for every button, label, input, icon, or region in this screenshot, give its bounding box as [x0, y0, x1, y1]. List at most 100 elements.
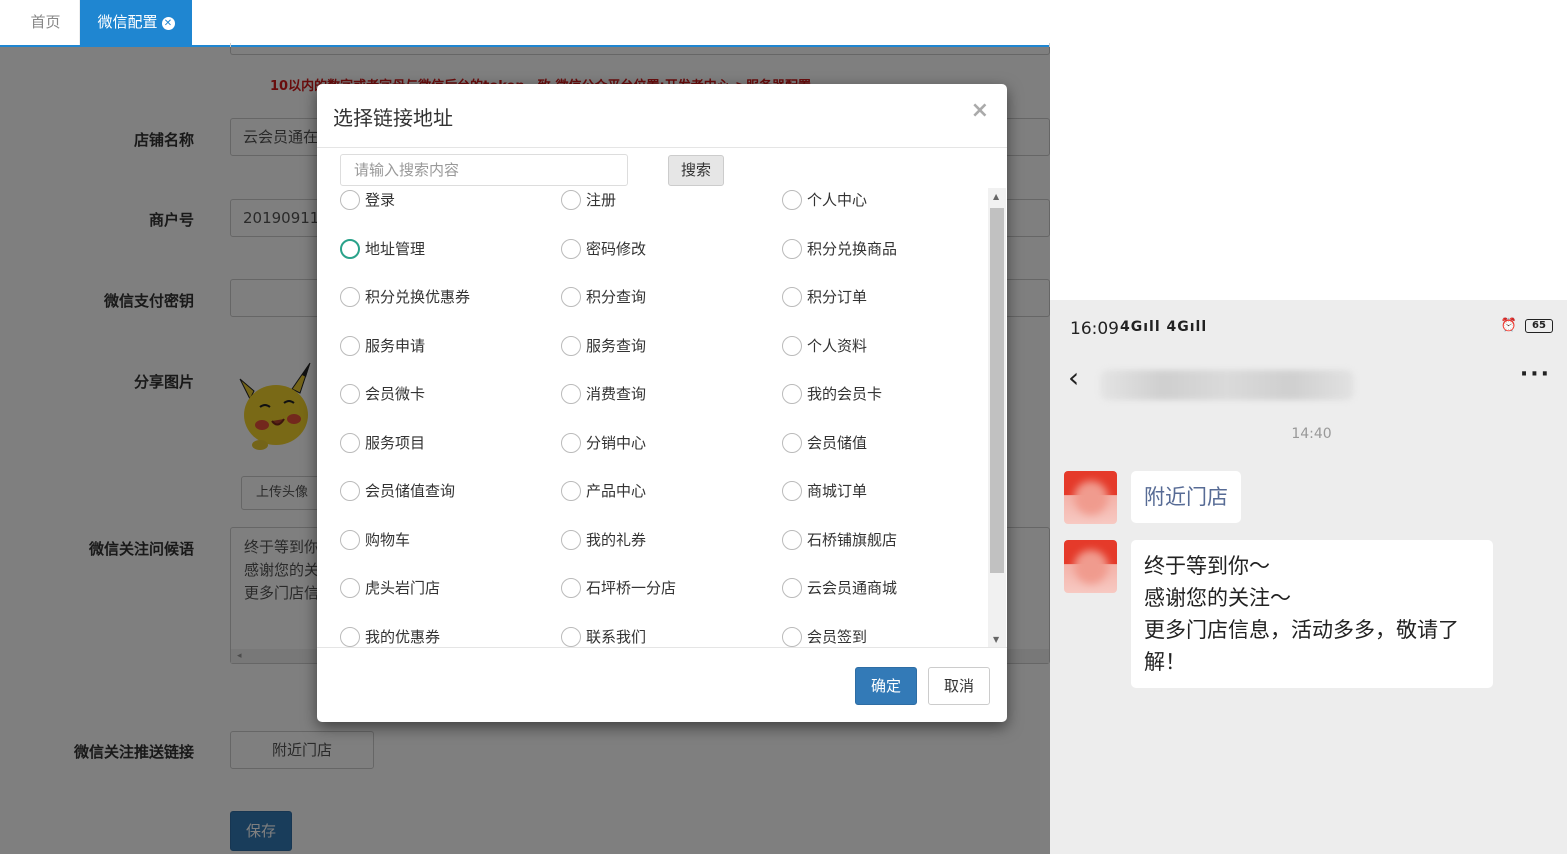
link-option[interactable]: 密码修改	[561, 236, 646, 262]
tab-wechat-config[interactable]: 微信配置 ✕	[80, 0, 192, 45]
link-option-label: 云会员通商城	[807, 579, 898, 597]
message-bubble-text: 终于等到你～ 感谢您的关注～ 更多门店信息，活动多多，敬请了 解！	[1131, 540, 1493, 688]
scroll-thumb[interactable]	[990, 208, 1004, 573]
radio-button[interactable]	[561, 384, 581, 404]
close-icon[interactable]: ×	[971, 98, 989, 123]
link-option[interactable]: 积分订单	[782, 284, 867, 310]
message-line: 解！	[1144, 650, 1186, 674]
link-option[interactable]: 积分查询	[561, 284, 646, 310]
radio-button[interactable]	[561, 433, 581, 453]
link-option-label: 服务申请	[365, 337, 426, 355]
search-button[interactable]: 搜索	[668, 155, 724, 186]
radio-button[interactable]	[782, 190, 802, 210]
link-option[interactable]: 分销中心	[561, 430, 646, 456]
link-option-label: 登录	[365, 191, 396, 209]
link-option-label: 产品中心	[586, 482, 647, 500]
radio-button[interactable]	[782, 433, 802, 453]
link-option[interactable]: 石桥铺旗舰店	[782, 527, 897, 553]
link-option[interactable]: 服务申请	[340, 333, 425, 359]
tab-close-icon[interactable]: ✕	[161, 17, 175, 30]
confirm-button[interactable]: 确定	[855, 667, 917, 705]
link-option[interactable]: 云会员通商城	[782, 575, 897, 601]
radio-button[interactable]	[340, 190, 360, 210]
radio-button[interactable]	[561, 239, 581, 259]
radio-button[interactable]	[340, 336, 360, 356]
link-option[interactable]: 商城订单	[782, 478, 867, 504]
link-option[interactable]: 联系我们	[561, 624, 647, 647]
link-option[interactable]: 石坪桥一分店	[561, 575, 676, 601]
link-option[interactable]: 产品中心	[561, 478, 646, 504]
radio-button[interactable]	[782, 481, 802, 501]
modal-header: 选择链接地址 ×	[317, 84, 1007, 148]
search-input[interactable]	[340, 154, 628, 186]
link-option[interactable]: 购物车	[340, 527, 410, 553]
radio-button[interactable]	[782, 627, 802, 647]
scroll-up-icon[interactable]: ▲	[993, 192, 999, 201]
scroll-down-icon[interactable]: ▼	[993, 635, 999, 644]
radio-button[interactable]	[340, 384, 360, 404]
link-option[interactable]: 虎头岩门店	[340, 575, 440, 601]
radio-button[interactable]	[340, 481, 360, 501]
link-option-label: 消费查询	[586, 385, 647, 403]
radio-button[interactable]	[782, 287, 802, 307]
link-option[interactable]: 注册	[561, 188, 616, 213]
link-select-modal: 选择链接地址 × 搜索 ▲ ▼ 登录 注册 个人中心地址管理 密码修改 积分兑换商品积分…	[317, 84, 1007, 722]
link-option-label: 我的礼券	[586, 531, 647, 549]
radio-button[interactable]	[782, 578, 802, 598]
link-option-label: 会员微卡	[365, 385, 426, 403]
radio-button[interactable]	[782, 336, 802, 356]
cancel-button[interactable]: 取消	[928, 667, 990, 705]
radio-button[interactable]	[561, 627, 581, 647]
link-option[interactable]: 积分兑换商品	[782, 236, 897, 262]
status-bar: 16:09 4Gıll 4Gıll ⏰ 65	[1050, 300, 1567, 356]
link-option[interactable]: 会员储值查询	[340, 478, 455, 504]
message-line: 更多门店信息，活动多多，敬请了	[1144, 618, 1459, 642]
link-option[interactable]: 会员储值	[782, 430, 867, 456]
link-option-label: 商城订单	[807, 482, 868, 500]
link-option[interactable]: 我的会员卡	[782, 381, 882, 407]
link-option[interactable]: 消费查询	[561, 381, 646, 407]
link-option[interactable]: 个人中心	[782, 188, 867, 213]
link-option-label: 个人资料	[807, 337, 868, 355]
radio-button[interactable]	[340, 433, 360, 453]
radio-button[interactable]	[340, 627, 360, 647]
radio-button[interactable]	[561, 336, 581, 356]
radio-button[interactable]	[561, 578, 581, 598]
link-option-label: 密码修改	[586, 240, 647, 258]
message-line: 感谢您的关注～	[1144, 586, 1291, 610]
link-option-label: 个人中心	[807, 191, 868, 209]
link-option[interactable]: 登录	[340, 188, 395, 213]
radio-button[interactable]	[782, 384, 802, 404]
avatar[interactable]	[1064, 471, 1117, 524]
link-option[interactable]: 我的优惠券	[340, 624, 440, 647]
message-bubble-link[interactable]: 附近门店	[1131, 471, 1241, 523]
radio-button[interactable]	[561, 287, 581, 307]
link-option[interactable]: 个人资料	[782, 333, 867, 359]
radio-button[interactable]	[782, 530, 802, 550]
back-icon[interactable]: ‹	[1068, 364, 1079, 392]
radio-button[interactable]	[782, 239, 802, 259]
option-list-scrollbar[interactable]: ▲ ▼	[988, 188, 1006, 647]
link-option-list: ▲ ▼ 登录 注册 个人中心地址管理 密码修改 积分兑换商品积分兑换优惠券 积分查询 积分订…	[317, 188, 1007, 648]
tab-bar: 首页 微信配置 ✕	[0, 0, 1050, 47]
link-option-label: 联系我们	[586, 628, 647, 646]
link-option[interactable]: 会员签到	[782, 624, 867, 647]
link-option[interactable]: 服务项目	[340, 430, 425, 456]
radio-button[interactable]	[340, 578, 360, 598]
radio-button[interactable]	[340, 530, 360, 550]
tab-home[interactable]: 首页	[12, 0, 80, 45]
link-option[interactable]: 积分兑换优惠券	[340, 284, 470, 310]
radio-button[interactable]	[340, 287, 360, 307]
link-option[interactable]: 会员微卡	[340, 381, 425, 407]
modal-title: 选择链接地址	[333, 106, 453, 130]
more-icon[interactable]: ···	[1520, 362, 1551, 387]
radio-button[interactable]	[340, 239, 360, 259]
radio-button[interactable]	[561, 190, 581, 210]
radio-button[interactable]	[561, 530, 581, 550]
radio-button[interactable]	[561, 481, 581, 501]
link-option[interactable]: 我的礼券	[561, 527, 646, 553]
link-option[interactable]: 服务查询	[561, 333, 646, 359]
status-time: 16:09	[1070, 319, 1119, 339]
avatar[interactable]	[1064, 540, 1117, 593]
link-option[interactable]: 地址管理	[340, 236, 425, 262]
